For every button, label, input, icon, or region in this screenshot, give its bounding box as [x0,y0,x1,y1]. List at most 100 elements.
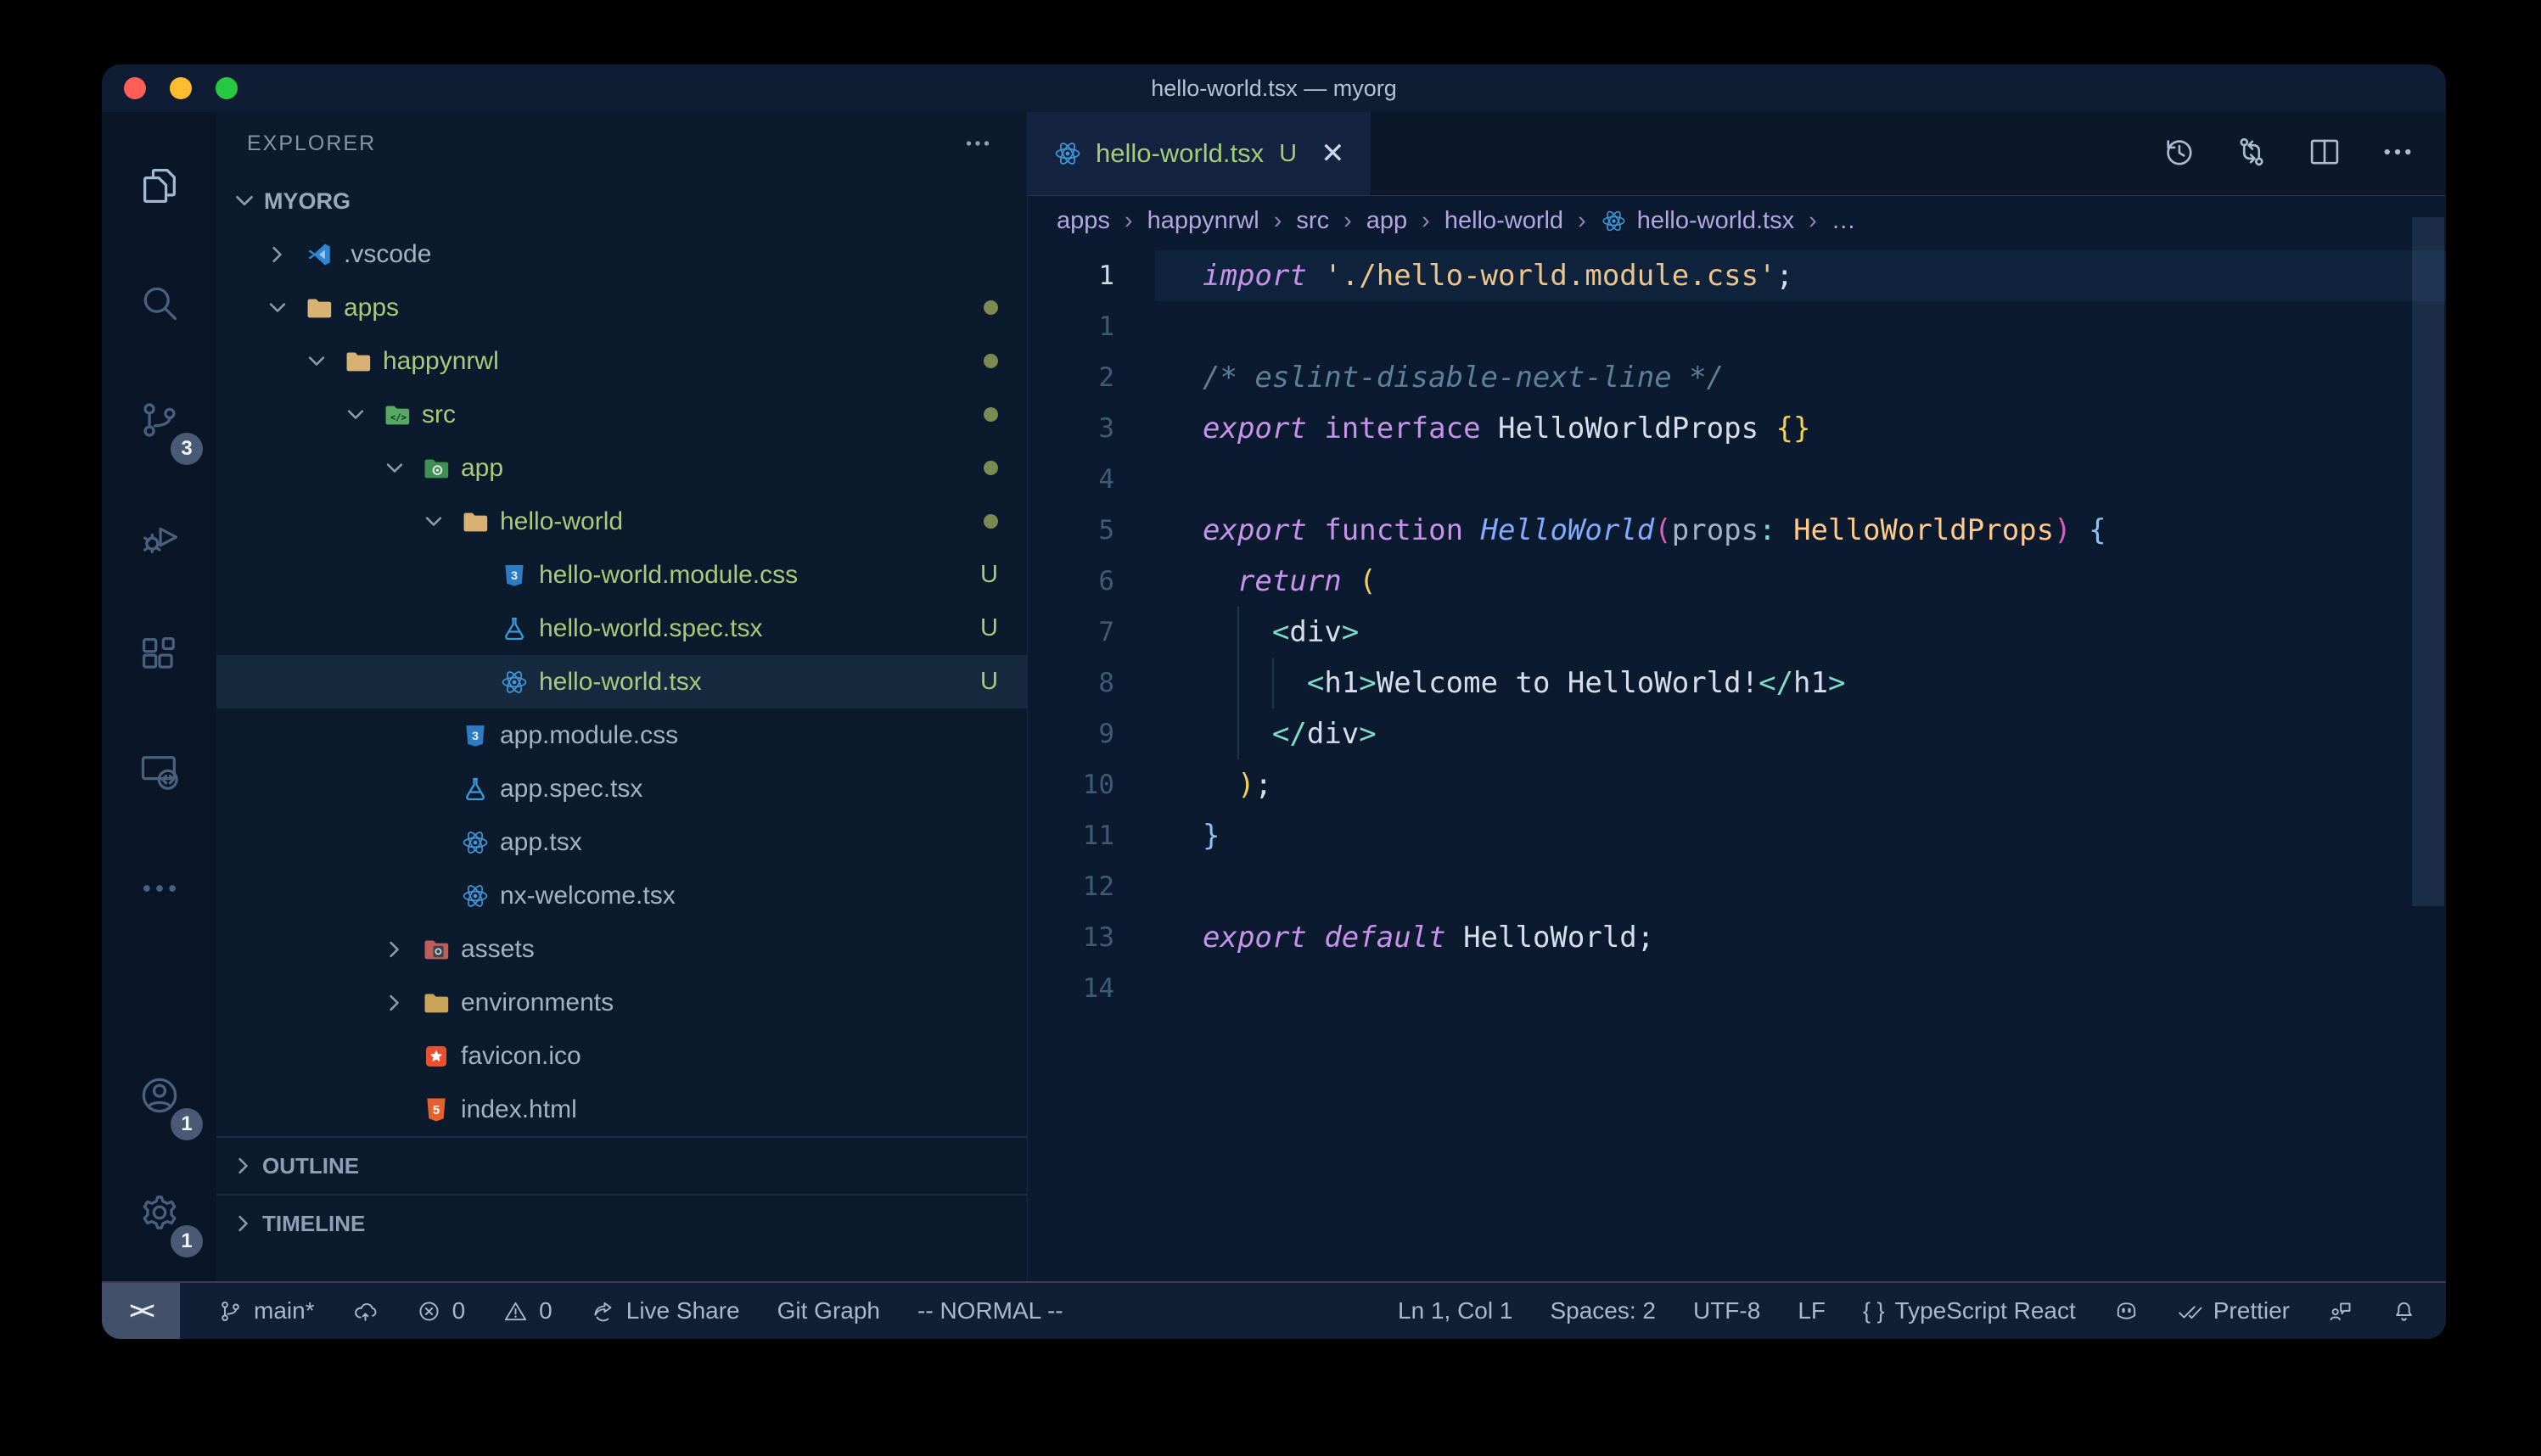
breadcrumb-item-apps[interactable]: apps [1057,207,1110,235]
activity-item-more-views[interactable] [102,832,216,949]
tree-item-hello-world-module-css[interactable]: 3hello-world.module.cssU [216,548,1027,602]
close-tab-button[interactable]: ✕ [1321,137,1345,171]
tree-item-hello-world-spec-tsx[interactable]: hello-world.spec.tsxU [216,602,1027,655]
titlebar: hello-world.tsx — myorg [102,64,2446,112]
status-item-feedback[interactable] [2327,1298,2353,1324]
breadcrumb-item-happynrwl[interactable]: happynrwl [1147,207,1259,235]
breadcrumb-item-hello-world-tsx[interactable]: hello-world.tsx [1601,207,1794,235]
git-modified-dot [984,514,998,529]
tab-hello-world-tsx[interactable]: hello-world.tsx U ✕ [1028,112,1371,195]
code-line-content [1155,861,2446,912]
tree-item-happynrwl[interactable]: happynrwl [216,334,1027,388]
breadcrumb-item-app[interactable]: app [1366,207,1407,235]
activity-item-settings[interactable]: 1 [102,1156,216,1273]
tree-item-src[interactable]: </>src [216,388,1027,441]
tree-item-nx-welcome-tsx[interactable]: nx-welcome.tsx [216,869,1027,922]
tree-item-label: index.html [461,1095,577,1124]
status-item-notifications[interactable] [2391,1298,2417,1324]
status-item-warnings[interactable]: 0 [502,1297,553,1324]
status-item-formatter[interactable]: Prettier [2177,1297,2290,1324]
status-item-errors[interactable]: 0 [416,1297,466,1324]
tree-item-app-tsx[interactable]: app.tsx [216,815,1027,869]
git-modified-dot [984,354,998,368]
tree-item-app-spec-tsx[interactable]: app.spec.tsx [216,762,1027,815]
split-editor-button[interactable] [2307,134,2342,174]
tree-item-environments[interactable]: environments [216,976,1027,1029]
tree-item-label: hello-world.spec.tsx [539,614,762,643]
chevron-right-icon [383,991,422,1015]
code-line-12: 12 [1028,861,2446,912]
tree-item-app[interactable]: app [216,441,1027,495]
remote-indicator[interactable]: >< [102,1283,180,1339]
breadcrumb-separator: › [1422,207,1430,235]
folder-app-icon [422,454,461,483]
status-item-indentation[interactable]: Spaces: 2 [1550,1297,1656,1324]
breadcrumb-label: app [1366,207,1407,235]
react-icon [1601,208,1627,234]
editor-scrollbar[interactable] [2412,217,2444,906]
line-number: 2 [1028,352,1155,403]
line-number: 14 [1028,963,1155,1014]
folder-env-icon [422,988,461,1017]
code-line-1: 1import './hello-world.module.css'; [1028,250,2446,301]
status-item-label: Spaces: 2 [1550,1297,1656,1324]
activity-item-run-and-debug[interactable] [102,480,216,597]
activity-item-explorer[interactable] [102,129,216,246]
status-item-git-branch[interactable]: main* [217,1297,315,1324]
status-item-publish-changes[interactable] [352,1298,379,1324]
tree-item-label: hello-world.tsx [539,668,702,697]
line-number: 6 [1028,556,1155,607]
activity-item-extensions[interactable] [102,597,216,714]
css-icon: 3 [461,721,500,750]
explorer-more-actions-button[interactable] [962,128,993,159]
tree-item-hello-world[interactable]: hello-world [216,495,1027,548]
cloud-up-icon [352,1298,379,1324]
indent-guide [1237,658,1239,708]
status-item-eol[interactable]: LF [1798,1297,1826,1324]
breadcrumb-item-src[interactable]: src [1296,207,1329,235]
test-icon [461,775,500,804]
tree-item-app-module-css[interactable]: 3 app.module.css [216,708,1027,762]
tree-item-index-html[interactable]: 5index.html [216,1083,1027,1136]
svg-text:3: 3 [472,729,479,742]
tree-item-hello-world-tsx[interactable]: hello-world.tsxU [216,655,1027,708]
activity-item-search[interactable] [102,246,216,363]
status-item-encoding[interactable]: UTF-8 [1693,1297,1760,1324]
tree-item-favicon-ico[interactable]: favicon.ico [216,1029,1027,1083]
tree-item-apps[interactable]: apps [216,281,1027,334]
tree-item-label: app.module.css [500,721,678,750]
git-untracked-badge: U [980,561,998,589]
status-item-language-mode[interactable]: { }TypeScript React [1863,1297,2076,1324]
status-item-git-graph[interactable]: Git Graph [777,1297,880,1324]
code-line-content: ); [1155,759,2446,810]
editor-actions [2161,112,2446,195]
code-line-content: export function HelloWorld(props: HelloW… [1155,505,2446,556]
close-window-button[interactable] [124,77,146,99]
panel-header-outline[interactable]: OUTLINE [216,1136,1027,1194]
status-item-cursor-position[interactable]: Ln 1, Col 1 [1398,1297,1512,1324]
breadcrumb-label: src [1296,207,1329,235]
status-item-copilot[interactable] [2113,1298,2140,1324]
tree-item-label: app [461,454,503,483]
status-item-label: -- NORMAL -- [917,1297,1063,1324]
breadcrumb-item-[interactable]: … [1831,207,1856,235]
status-item-label: Ln 1, Col 1 [1398,1297,1512,1324]
tree-item-assets[interactable]: assets [216,922,1027,976]
status-item-vim-mode[interactable]: -- NORMAL -- [917,1297,1063,1324]
warning-icon [502,1298,529,1324]
activity-item-source-control[interactable]: 3 [102,363,216,480]
status-item-live-share[interactable]: Live Share [590,1297,740,1324]
open-changes-button[interactable] [2234,134,2269,174]
activity-item-remote-explorer[interactable] [102,714,216,832]
workspace-section-header[interactable]: MYORG [216,175,1027,227]
activity-item-accounts[interactable]: 1 [102,1039,216,1156]
code-editor[interactable]: 1import './hello-world.module.css';12/* … [1028,245,2446,1281]
minimize-window-button[interactable] [170,77,192,99]
zoom-window-button[interactable] [216,77,238,99]
open-timeline-button[interactable] [2161,134,2196,174]
tree-item-vscode[interactable]: .vscode [216,227,1027,281]
line-number: 12 [1028,861,1155,912]
panel-header-timeline[interactable]: TIMELINE [216,1194,1027,1252]
more-actions-button[interactable] [2380,134,2415,174]
breadcrumb-item-hello-world[interactable]: hello-world [1444,207,1563,235]
